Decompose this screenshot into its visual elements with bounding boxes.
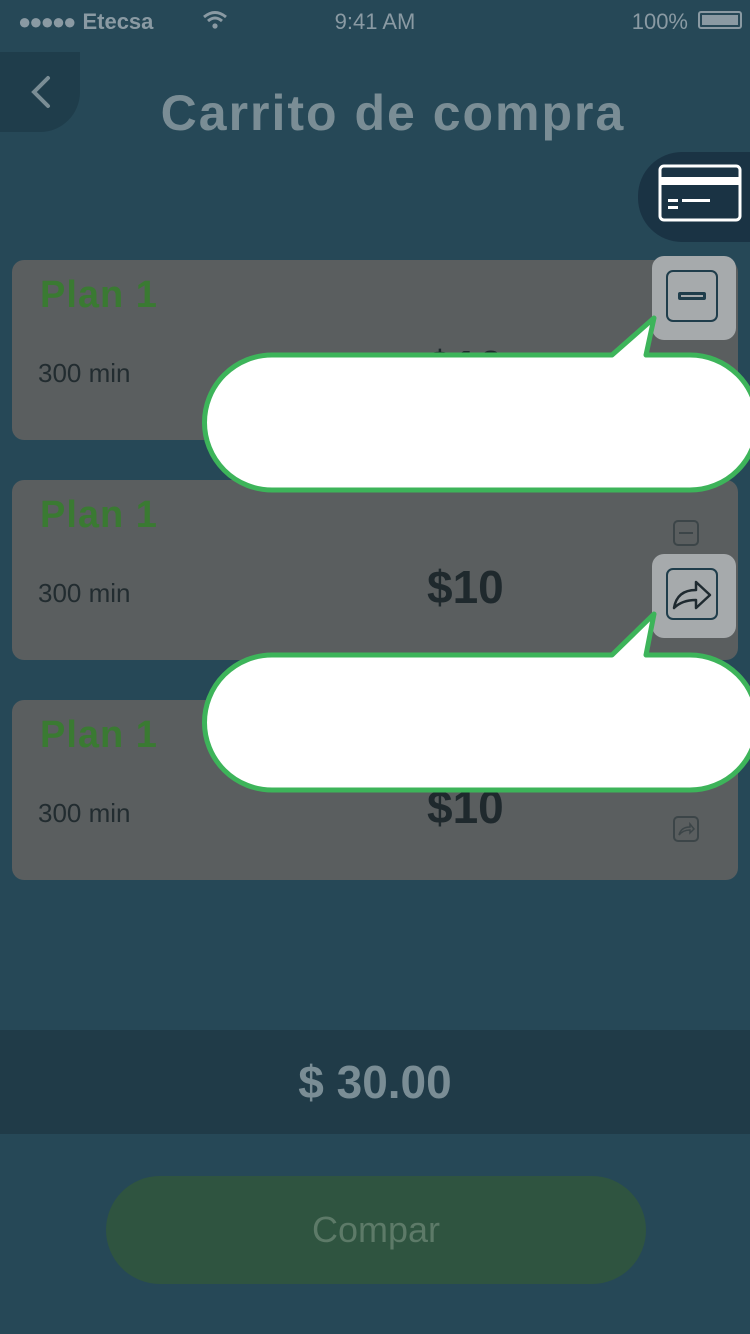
tooltip-bubble-share — [202, 611, 750, 793]
buy-button[interactable]: Compar — [106, 1176, 646, 1284]
total-bar: $ 30.00 — [0, 1030, 750, 1134]
buy-button-label: Compar — [311, 1209, 441, 1250]
tooltip-bubble-remove — [202, 315, 750, 493]
total-amount: $ 30.00 — [298, 1056, 452, 1108]
